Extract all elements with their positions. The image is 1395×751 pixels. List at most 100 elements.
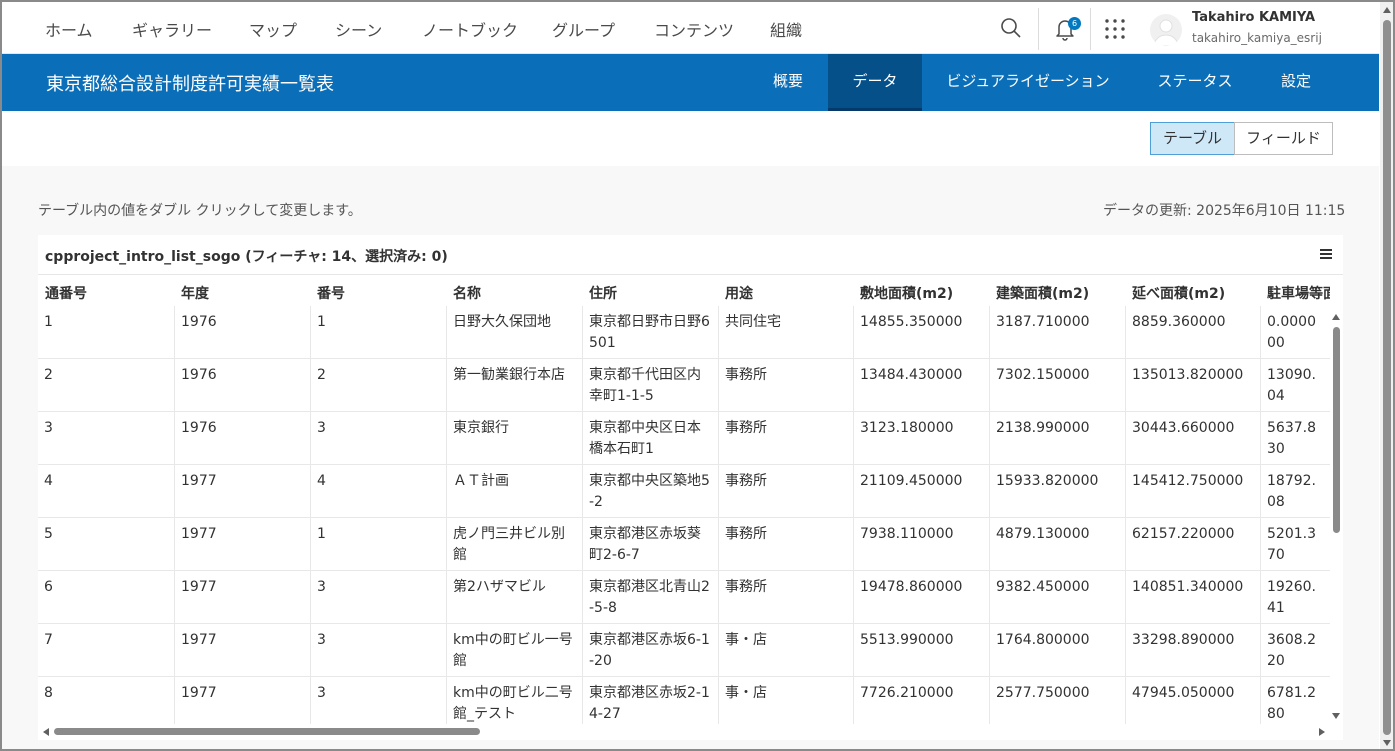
table-cell[interactable]: 1977 <box>174 571 310 624</box>
table-cell[interactable]: 東京都千代田区内幸町1-1-5 <box>582 359 718 412</box>
table-cell[interactable]: 7302.150000 <box>989 359 1125 412</box>
scroll-left-arrow-icon[interactable] <box>42 727 50 737</box>
table-cell[interactable]: 33298.890000 <box>1125 624 1260 677</box>
table-cell[interactable]: 事・店 <box>718 624 853 677</box>
table-cell[interactable]: 東京都港区赤坂葵町2-6-7 <box>582 518 718 571</box>
table-cell[interactable]: 3 <box>310 571 446 624</box>
nav-groups[interactable]: グループ <box>552 17 615 41</box>
table-cell[interactable]: 東京銀行 <box>446 412 582 465</box>
column-header[interactable]: 年度 <box>181 283 310 303</box>
table-cell[interactable]: 事務所 <box>718 571 853 624</box>
nav-scene[interactable]: シーン <box>335 17 382 41</box>
table-row[interactable]: 3 1976 3 東京銀行 東京都中央区日本橋本石町1 事務所 3123.180000 213… <box>38 412 1330 465</box>
table-cell[interactable]: 5513.990000 <box>853 624 989 677</box>
table-cell[interactable]: 13090.04 <box>1260 359 1330 412</box>
table-cell[interactable]: 13484.430000 <box>853 359 989 412</box>
table-cell[interactable]: 1764.800000 <box>989 624 1125 677</box>
user-name[interactable]: Takahiro KAMIYA <box>1192 10 1315 25</box>
table-cell[interactable]: 1 <box>310 518 446 571</box>
search-icon[interactable] <box>1000 17 1022 39</box>
table-cell[interactable]: 第2ハザマビル <box>446 571 582 624</box>
table-cell[interactable]: 5637.830 <box>1260 412 1330 465</box>
table-cell[interactable]: 1977 <box>174 465 310 518</box>
tab-visualization[interactable]: ビジュアライゼーション <box>932 54 1124 111</box>
avatar[interactable] <box>1150 14 1182 46</box>
table-row[interactable]: 1 1976 1 日野大久保団地 東京都日野市日野6501 共同住宅 14855.35000… <box>38 306 1330 359</box>
table-cell[interactable]: 共同住宅 <box>718 306 853 359</box>
table-cell[interactable]: 7938.110000 <box>853 518 989 571</box>
table-cell[interactable]: 1977 <box>174 624 310 677</box>
tab-data[interactable]: データ <box>828 54 922 111</box>
table-menu-icon[interactable] <box>1319 247 1333 261</box>
table-cell[interactable]: 5 <box>38 518 174 571</box>
tab-settings[interactable]: 設定 <box>1260 54 1332 111</box>
table-cell[interactable]: 15933.820000 <box>989 465 1125 518</box>
table-cell[interactable]: 4879.130000 <box>989 518 1125 571</box>
table-cell[interactable]: 18792.08 <box>1260 465 1330 518</box>
table-cell[interactable]: 1977 <box>174 518 310 571</box>
table-cell[interactable]: 2 <box>38 359 174 412</box>
nav-content[interactable]: コンテンツ <box>654 17 734 41</box>
table-row[interactable]: 5 1977 1 虎ノ門三井ビル別館 東京都港区赤坂葵町2-6-7 事務所 7938.110… <box>38 518 1330 571</box>
column-header[interactable]: 用途 <box>725 283 853 303</box>
table-row[interactable]: 2 1976 2 第一勧業銀行本店 東京都千代田区内幸町1-1-5 事務所 13484.43… <box>38 359 1330 412</box>
column-header[interactable]: 敷地面積(m2) <box>860 283 989 303</box>
table-row[interactable]: 6 1977 3 第2ハザマビル 東京都港区北青山2-5-8 事務所 19478.86000… <box>38 571 1330 624</box>
table-cell[interactable]: 30443.660000 <box>1125 412 1260 465</box>
table-cell[interactable]: 東京都中央区日本橋本石町1 <box>582 412 718 465</box>
nav-organization[interactable]: 組織 <box>770 17 802 41</box>
table-cell[interactable]: 3123.180000 <box>853 412 989 465</box>
table-cell[interactable]: 47945.050000 <box>1125 677 1260 724</box>
table-cell[interactable]: 第一勧業銀行本店 <box>446 359 582 412</box>
scroll-up-arrow-icon[interactable] <box>1331 313 1341 321</box>
scroll-down-arrow-icon[interactable] <box>1331 712 1341 720</box>
table-cell[interactable]: 東京都中央区築地5-2 <box>582 465 718 518</box>
table-cell[interactable]: 19260.41 <box>1260 571 1330 624</box>
table-cell[interactable]: 3 <box>38 412 174 465</box>
app-launcher-icon[interactable] <box>1104 18 1126 40</box>
column-header[interactable]: 延べ面積(m2) <box>1132 283 1260 303</box>
table-cell[interactable]: 19478.860000 <box>853 571 989 624</box>
table-cell[interactable]: 2138.990000 <box>989 412 1125 465</box>
table-cell[interactable]: 6 <box>38 571 174 624</box>
table-cell[interactable]: 事務所 <box>718 465 853 518</box>
table-cell[interactable]: 3 <box>310 412 446 465</box>
table-cell[interactable]: 3 <box>310 677 446 724</box>
table-cell[interactable]: km中の町ビル一号館 <box>446 624 582 677</box>
table-row[interactable]: 8 1977 3 km中の町ビル二号館_テスト 東京都港区赤坂2-14-27 事・店 772… <box>38 677 1330 724</box>
table-cell[interactable]: 62157.220000 <box>1125 518 1260 571</box>
nav-home[interactable]: ホーム <box>45 17 93 41</box>
table-cell[interactable]: 7 <box>38 624 174 677</box>
table-cell[interactable]: 1 <box>310 306 446 359</box>
table-cell[interactable]: 東京都港区北青山2-5-8 <box>582 571 718 624</box>
column-header[interactable]: 名称 <box>453 283 582 303</box>
table-cell[interactable]: ＡＴ計画 <box>446 465 582 518</box>
table-cell[interactable]: 事務所 <box>718 412 853 465</box>
table-cell[interactable]: 事・店 <box>718 677 853 724</box>
table-cell[interactable]: 虎ノ門三井ビル別館 <box>446 518 582 571</box>
nav-notebook[interactable]: ノートブック <box>422 17 518 41</box>
scroll-right-arrow-icon[interactable] <box>1318 727 1326 737</box>
table-cell[interactable]: 1 <box>38 306 174 359</box>
table-cell[interactable]: 145412.750000 <box>1125 465 1260 518</box>
table-cell[interactable]: 事務所 <box>718 359 853 412</box>
table-row[interactable]: 7 1977 3 km中の町ビル一号館 東京都港区赤坂6-1-20 事・店 5513.990… <box>38 624 1330 677</box>
window-scrollbar-thumb[interactable] <box>1383 20 1391 735</box>
window-scroll-down-icon[interactable] <box>1382 739 1392 747</box>
table-cell[interactable]: 14855.350000 <box>853 306 989 359</box>
table-cell[interactable]: 6781.280 <box>1260 677 1330 724</box>
column-header[interactable]: 通番号 <box>45 283 174 303</box>
window-scroll-up-icon[interactable] <box>1382 6 1392 14</box>
table-cell[interactable]: 3608.220 <box>1260 624 1330 677</box>
table-row[interactable]: 4 1977 4 ＡＴ計画 東京都中央区築地5-2 事務所 21109.450000 1593… <box>38 465 1330 518</box>
table-cell[interactable]: 1977 <box>174 677 310 724</box>
table-cell[interactable]: 4 <box>38 465 174 518</box>
table-cell[interactable]: 0.000000 <box>1260 306 1330 359</box>
nav-map[interactable]: マップ <box>249 17 297 41</box>
nav-gallery[interactable]: ギャラリー <box>132 17 212 41</box>
table-cell[interactable]: 2577.750000 <box>989 677 1125 724</box>
table-cell[interactable]: 2 <box>310 359 446 412</box>
table-cell[interactable]: 1976 <box>174 412 310 465</box>
table-view-button[interactable]: テーブル <box>1150 122 1235 155</box>
column-header[interactable]: 番号 <box>317 283 446 303</box>
